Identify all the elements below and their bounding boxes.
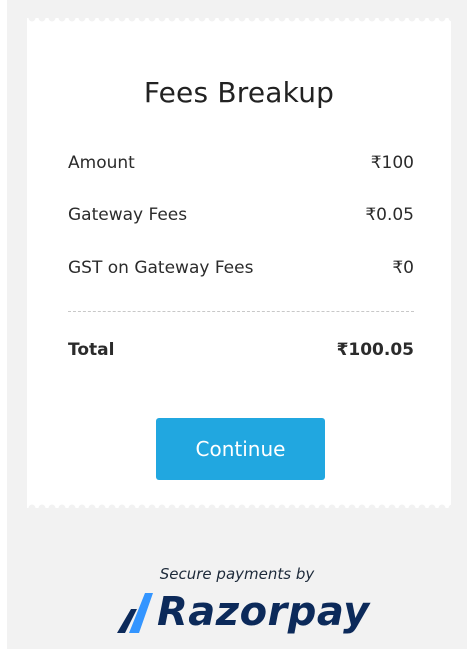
continue-button[interactable]: Continue	[156, 418, 325, 480]
page-background: Fees Breakup Amount ₹100 Gateway Fees ₹0…	[7, 0, 467, 649]
fee-value: ₹0.05	[365, 205, 414, 225]
fee-label: Amount	[68, 153, 135, 173]
fee-row-gst: GST on Gateway Fees ₹0	[68, 258, 414, 278]
fee-row-gateway-fees: Gateway Fees ₹0.05	[68, 205, 414, 225]
fee-value: ₹0	[392, 258, 414, 278]
total-label: Total	[68, 340, 115, 360]
fees-breakup-card: Fees Breakup Amount ₹100 Gateway Fees ₹0…	[27, 14, 451, 512]
razorpay-brand: Razorpay	[115, 588, 370, 636]
fee-label: GST on Gateway Fees	[68, 258, 254, 278]
modal-title: Fees Breakup	[143, 76, 335, 109]
fee-row-amount: Amount ₹100	[68, 153, 414, 173]
dashed-divider	[68, 311, 414, 312]
fee-label: Gateway Fees	[68, 205, 188, 225]
fee-value: ₹100	[370, 153, 414, 173]
razorpay-logo-icon	[117, 593, 153, 633]
fee-row-total: Total ₹100.05	[68, 340, 414, 360]
brand-name: Razorpay	[157, 589, 370, 635]
secure-payments-text: Secure payments by	[159, 565, 315, 583]
total-value: ₹100.05	[336, 340, 414, 360]
